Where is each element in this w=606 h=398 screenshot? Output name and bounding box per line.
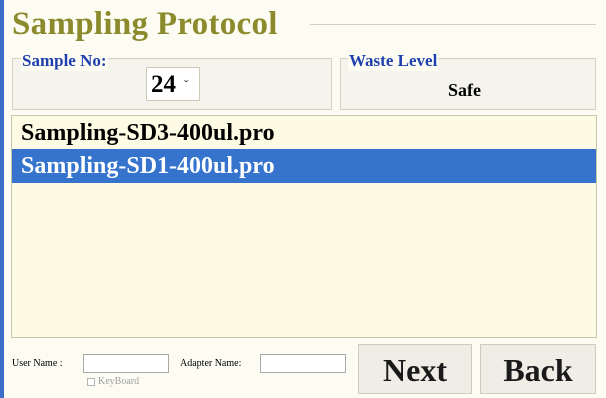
next-button[interactable]: Next: [358, 344, 472, 394]
sampling-protocol-window: Sampling Protocol Sample No: 24 ˇ Waste …: [0, 0, 606, 398]
window-left-border: [0, 0, 4, 398]
waste-level-value: Safe: [448, 80, 481, 100]
adapter-name-label: Adapter Name:: [180, 358, 242, 369]
user-name-input[interactable]: [83, 354, 169, 373]
title-divider: [310, 24, 596, 25]
sample-number-value: 24: [151, 71, 176, 98]
keyboard-checkbox[interactable]: [87, 378, 95, 386]
adapter-name-input[interactable]: [260, 354, 346, 373]
dropdown-arrow-icon[interactable]: ˇ: [184, 78, 188, 92]
list-item[interactable]: Sampling-SD3-400ul.pro: [12, 116, 596, 150]
keyboard-checkbox-label: KeyBoard: [98, 376, 140, 387]
waste-level-label: Waste Level: [348, 51, 439, 71]
protocol-list[interactable]: Sampling-SD3-400ul.pro Sampling-SD1-400u…: [11, 115, 597, 338]
page-title: Sampling Protocol: [12, 6, 278, 42]
back-button[interactable]: Back: [480, 344, 596, 394]
list-item-selected[interactable]: Sampling-SD1-400ul.pro: [12, 149, 596, 183]
sample-number-label: Sample No:: [21, 51, 108, 71]
user-name-label: User Name :: [12, 358, 63, 369]
sample-number-spinner[interactable]: 24 ˇ: [146, 67, 200, 101]
